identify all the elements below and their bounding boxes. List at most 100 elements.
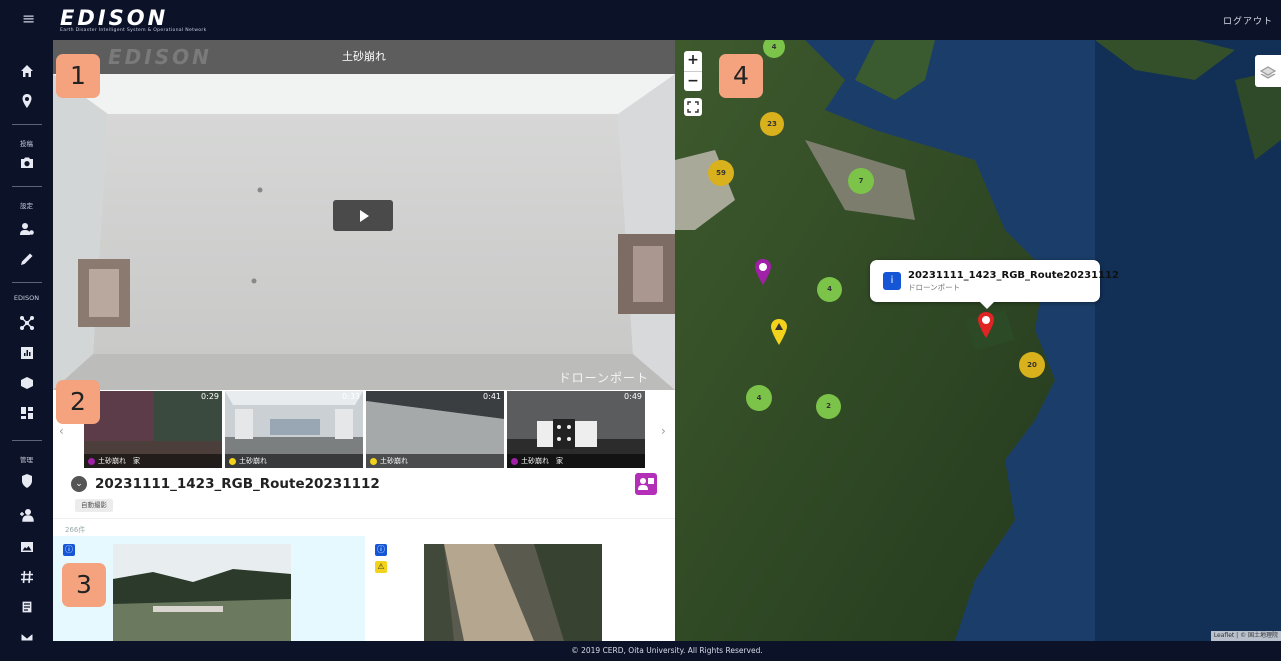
location-pin-icon[interactable] (0, 88, 53, 114)
map-cluster[interactable]: 2 (816, 394, 841, 419)
watermark-logo: EDISON (108, 45, 212, 69)
sidebar-divider (12, 186, 42, 187)
thumbnail-label: 土砂崩れ (366, 454, 504, 468)
list-divider (53, 518, 675, 519)
prev-arrow-icon[interactable]: ‹ (59, 424, 64, 438)
thumbnail-label-text: 土砂崩れ (239, 457, 267, 465)
photo-thumbnail[interactable] (113, 544, 291, 641)
camera-icon[interactable] (0, 150, 53, 176)
thumbnail-duration: 0:29 (201, 392, 219, 401)
map-view[interactable]: + − 4 23 59 7 4 20 4 2 i 20231111_1423_R… (675, 40, 1281, 641)
info-icon[interactable]: ⓘ (63, 544, 75, 556)
thumbnail-strip: ‹ 0:29 土砂崩れ 家 0:33 土砂崩れ 0:41 土砂崩れ 0:49 土… (53, 390, 675, 470)
logo-text: EDISON (60, 6, 169, 30)
box-icon[interactable] (0, 370, 53, 396)
sidebar: 投稿 設定 EDISON 管理 (0, 40, 53, 642)
thumbnail-label-text: 土砂崩れ 家 (98, 457, 140, 465)
photo-thumbnail[interactable] (424, 544, 602, 641)
fullscreen-icon (687, 101, 699, 113)
video-frame (53, 74, 675, 390)
popup-title: 20231111_1423_RGB_Route20231112 (908, 270, 1119, 281)
zoom-control: + − (684, 51, 702, 91)
map-cluster[interactable]: 4 (746, 385, 772, 411)
thumbnail-label: 土砂崩れ 家 (507, 454, 645, 468)
map-marker-red-icon[interactable] (976, 311, 996, 339)
dashboard-icon[interactable] (0, 400, 53, 426)
sidebar-section-admin: 管理 (20, 456, 33, 464)
shield-user-icon[interactable] (0, 468, 53, 494)
route-name: 20231111_1423_RGB_Route20231112 (95, 476, 380, 492)
video-title-bar: EDISON 土砂崩れ (53, 40, 675, 74)
top-bar: ≡ EDISON Earth Disaster Intelligent Syst… (0, 0, 1281, 40)
map-popup[interactable]: i 20231111_1423_RGB_Route20231112 ドローンポー… (870, 260, 1119, 309)
list-card[interactable]: ⓘ ⚠ (368, 536, 675, 641)
footer: © 2019 CERD, Oita University. All Rights… (0, 641, 1281, 661)
info-icon[interactable]: ⓘ (375, 544, 387, 556)
app-root: ≡ EDISON Earth Disaster Intelligent Syst… (0, 0, 1281, 661)
landscape-photo (113, 544, 291, 641)
category-dot (511, 458, 518, 465)
map-attribution[interactable]: Leaflet | © 国土地理院 (1210, 631, 1281, 641)
thumbnail-4[interactable]: 0:49 土砂崩れ 家 (507, 391, 645, 468)
play-icon (360, 209, 369, 222)
category-dot (88, 458, 95, 465)
chart-icon[interactable] (0, 340, 53, 366)
document-icon[interactable] (0, 594, 53, 620)
next-arrow-icon[interactable]: › (661, 424, 666, 438)
popup-subtitle: ドローンポート (908, 283, 961, 292)
category-dot (229, 458, 236, 465)
copyright-text: © 2019 CERD, Oita University. All Rights… (571, 646, 763, 655)
edison-logo[interactable]: EDISON Earth Disaster Intelligent System… (60, 6, 206, 36)
layers-button[interactable] (1255, 55, 1281, 87)
map-marker-yellow-icon[interactable] (769, 318, 789, 346)
sidebar-divider (12, 124, 42, 125)
user-group-icon (638, 478, 654, 490)
annotation-badge-2: 2 (56, 380, 100, 424)
landslide-photo (424, 544, 602, 641)
map-marker-purple-icon[interactable] (753, 258, 773, 286)
auto-capture-tag: 自動撮影 (75, 499, 113, 512)
route-category-icon[interactable] (635, 473, 657, 495)
annotation-badge-3: 3 (62, 563, 106, 607)
thumbnail-label-text: 土砂崩れ (380, 457, 408, 465)
route-header[interactable]: ⌄ 20231111_1423_RGB_Route20231112 (71, 474, 380, 494)
result-count: 266件 (65, 526, 86, 534)
thumbnail-duration: 0:41 (483, 392, 501, 401)
map-cluster[interactable]: 23 (760, 112, 784, 136)
home-icon[interactable] (0, 58, 53, 84)
sidebar-divider (12, 282, 42, 283)
annotation-badge-4: 4 (719, 54, 763, 98)
thumbnail-label: 土砂崩れ (225, 454, 363, 468)
thumbnail-2[interactable]: 0:33 土砂崩れ (225, 391, 363, 468)
zoom-out-button[interactable]: − (684, 71, 702, 91)
media-panel: EDISON 土砂崩れ ドローンポート ‹ 0:29 土砂崩れ 家 0:33 土… (53, 40, 675, 641)
video-player[interactable]: ドローンポート (53, 74, 675, 390)
user-settings-icon[interactable] (0, 216, 53, 242)
thumbnail-1[interactable]: 0:29 土砂崩れ 家 (84, 391, 222, 468)
info-icon[interactable]: i (883, 272, 901, 290)
chevron-down-icon[interactable]: ⌄ (71, 476, 87, 492)
add-user-icon[interactable] (0, 502, 53, 528)
fullscreen-button[interactable] (684, 98, 702, 116)
popup-tip (980, 302, 994, 309)
sidebar-section-post: 投稿 (20, 140, 33, 148)
map-cluster[interactable]: 20 (1019, 352, 1045, 378)
sidebar-section-settings: 設定 (20, 202, 33, 210)
play-button[interactable] (333, 200, 393, 231)
map-cluster[interactable]: 4 (817, 277, 842, 302)
logo-subtitle: Earth Disaster Intelligent System & Oper… (60, 28, 207, 33)
hash-icon[interactable] (0, 564, 53, 590)
hamburger-menu-icon[interactable]: ≡ (22, 11, 40, 27)
annotation-badge-1: 1 (56, 54, 100, 98)
logout-link[interactable]: ログアウト (1223, 14, 1273, 27)
hazard-icon[interactable]: ⚠ (375, 561, 387, 573)
thumbnail-3[interactable]: 0:41 土砂崩れ (366, 391, 504, 468)
pencil-icon[interactable] (0, 246, 53, 272)
video-title: 土砂崩れ (342, 50, 386, 63)
layers-icon (1259, 66, 1277, 79)
drone-icon[interactable] (0, 310, 53, 336)
map-cluster[interactable]: 59 (708, 160, 734, 186)
map-cluster[interactable]: 7 (848, 168, 874, 194)
zoom-in-button[interactable]: + (684, 51, 702, 71)
image-icon[interactable] (0, 534, 53, 560)
